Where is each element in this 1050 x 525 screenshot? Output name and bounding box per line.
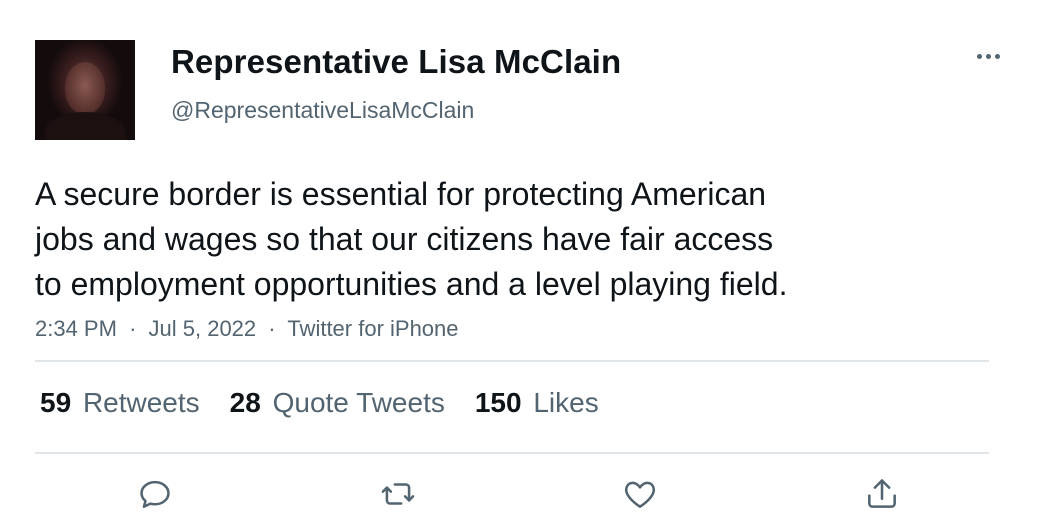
- quote-tweets-label: Quote Tweets: [272, 387, 445, 418]
- meta-separator: ·: [129, 316, 137, 341]
- tweet-text-line: A secure border is essential for protect…: [35, 176, 767, 212]
- tweet-source[interactable]: Twitter for iPhone: [287, 316, 458, 341]
- meta-separator: ·: [268, 316, 276, 341]
- likes-label: Likes: [533, 387, 599, 418]
- more-icon[interactable]: [970, 44, 1006, 68]
- quote-tweets-stat[interactable]: 28 Quote Tweets: [230, 387, 445, 419]
- likes-count: 150: [474, 387, 522, 418]
- like-icon: [624, 481, 656, 508]
- display-name[interactable]: Representative Lisa McClain: [171, 43, 621, 81]
- quote-tweets-count: 28: [229, 387, 261, 418]
- retweet-icon: [381, 483, 415, 505]
- retweet-button[interactable]: [378, 474, 418, 514]
- share-icon: [868, 479, 896, 508]
- more-dot: [994, 53, 1000, 59]
- tweet-stats: 59 Retweets 28 Quote Tweets 150 Likes: [40, 387, 629, 419]
- tweet-date[interactable]: Jul 5, 2022: [149, 316, 257, 341]
- more-dot: [985, 53, 991, 59]
- tweet-time[interactable]: 2:34 PM: [35, 316, 117, 341]
- retweets-stat[interactable]: 59 Retweets: [40, 387, 200, 419]
- reply-icon: [140, 480, 170, 508]
- avatar-shoulders: [45, 112, 125, 140]
- tweet-text-line: to employment opportunities and a level …: [35, 266, 788, 302]
- avatar[interactable]: [35, 40, 135, 140]
- user-handle[interactable]: @RepresentativeLisaMcClain: [171, 97, 474, 124]
- tweet-meta: 2:34 PM · Jul 5, 2022 · Twitter for iPho…: [35, 316, 459, 342]
- divider: [35, 360, 989, 362]
- likes-stat[interactable]: 150 Likes: [475, 387, 599, 419]
- share-button[interactable]: [862, 474, 902, 514]
- more-dot: [976, 53, 982, 59]
- tweet-text-line: jobs and wages so that our citizens have…: [35, 221, 774, 257]
- retweets-label: Retweets: [82, 387, 200, 418]
- tweet-actions: [0, 474, 1050, 514]
- tweet-text: A secure border is essential for protect…: [35, 172, 915, 307]
- divider: [35, 452, 989, 454]
- retweets-count: 59: [40, 387, 72, 418]
- reply-button[interactable]: [135, 474, 175, 514]
- avatar-face: [65, 62, 105, 114]
- like-button[interactable]: [620, 474, 660, 514]
